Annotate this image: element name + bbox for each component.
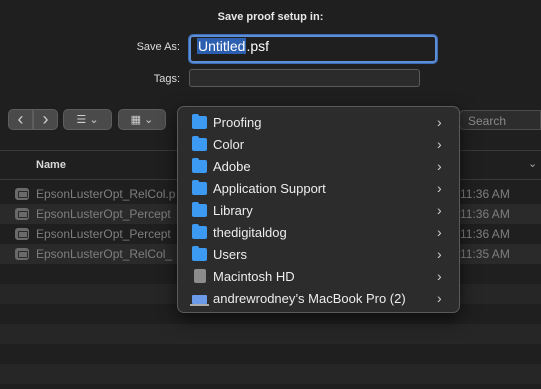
- file-modified-time: 11:36 AM: [460, 227, 510, 241]
- list-view-icon: ☰ ⌄: [76, 114, 99, 126]
- menu-item-adobe[interactable]: Adobe ›: [178, 156, 459, 178]
- location-popup-menu: Proofing › Color › Adobe › Application S…: [177, 106, 460, 313]
- file-modified-time: 11:35 AM: [460, 247, 510, 261]
- chevron-right-icon: ›: [437, 290, 442, 306]
- folder-icon: [192, 180, 207, 195]
- file-icon: [15, 188, 29, 200]
- menu-item-thedigitaldog[interactable]: thedigitaldog ›: [178, 222, 459, 244]
- folder-icon: [192, 246, 207, 261]
- menu-item-application-support[interactable]: Application Support ›: [178, 178, 459, 200]
- menu-item-library[interactable]: Library ›: [178, 200, 459, 222]
- file-name: EpsonLusterOpt_Percept: [36, 227, 171, 241]
- tags-input[interactable]: [189, 69, 420, 87]
- folder-icon: [192, 136, 207, 151]
- menu-item-macintosh-hd[interactable]: Macintosh HD ›: [178, 266, 459, 288]
- file-icon: [15, 208, 29, 220]
- empty-row-stripe: [0, 364, 541, 384]
- back-button[interactable]: ‹: [8, 109, 33, 130]
- chevron-right-icon: ›: [437, 246, 442, 262]
- folder-icon: [192, 202, 207, 217]
- chevron-right-icon: ›: [437, 268, 442, 284]
- menu-item-users[interactable]: Users ›: [178, 244, 459, 266]
- menu-item-proofing[interactable]: Proofing ›: [178, 112, 459, 134]
- list-view-button[interactable]: ☰ ⌄: [63, 109, 112, 130]
- folder-icon: [192, 158, 207, 173]
- file-modified-time: 11:36 AM: [460, 207, 510, 221]
- dialog-title: Save proof setup in:: [217, 11, 324, 23]
- file-name: EpsonLusterOpt_RelCol.p: [36, 187, 176, 201]
- menu-item-color[interactable]: Color ›: [178, 134, 459, 156]
- file-name: EpsonLusterOpt_Percept: [36, 207, 171, 221]
- chevron-right-icon: ›: [42, 109, 49, 129]
- laptop-icon: [190, 295, 209, 306]
- grid-view-button[interactable]: ▦ ⌄: [118, 109, 166, 130]
- filename-extension: .psf: [246, 38, 270, 54]
- file-modified-time: 11:36 AM: [460, 187, 510, 201]
- grid-view-icon: ▦ ⌄: [130, 114, 154, 126]
- home-folder-icon: [192, 224, 207, 239]
- search-input[interactable]: Search: [459, 110, 541, 130]
- save-as-label: Save As:: [136, 41, 180, 53]
- empty-row-stripe: [0, 324, 541, 344]
- chevron-right-icon: ›: [437, 158, 442, 174]
- chevron-right-icon: ›: [437, 202, 442, 218]
- file-name: EpsonLusterOpt_RelCol_: [36, 247, 173, 261]
- menu-item-label: Library: [213, 203, 253, 218]
- menu-item-label: andrewrodney’s MacBook Pro (2): [213, 291, 406, 306]
- menu-item-label: Proofing: [213, 115, 262, 130]
- hard-drive-icon: [194, 269, 206, 283]
- name-column-header[interactable]: Name: [36, 159, 66, 171]
- menu-item-label: Application Support: [213, 181, 326, 196]
- chevron-right-icon: ›: [437, 114, 442, 130]
- chevron-right-icon: ›: [437, 224, 442, 240]
- menu-item-label: thedigitaldog: [213, 225, 287, 240]
- file-icon: [15, 228, 29, 240]
- chevron-left-icon: ‹: [17, 109, 24, 129]
- save-as-input[interactable]: Untitled.psf: [189, 35, 437, 63]
- menu-item-label: Macintosh HD: [213, 269, 295, 284]
- menu-item-label: Adobe: [213, 159, 251, 174]
- menu-item-label: Users: [213, 247, 247, 262]
- filename-selected: Untitled: [197, 38, 247, 54]
- sort-chevron-icon[interactable]: ⌄: [528, 157, 537, 170]
- file-icon: [15, 248, 29, 260]
- folder-icon: [192, 114, 207, 129]
- tags-label: Tags:: [153, 73, 180, 85]
- chevron-right-icon: ›: [437, 136, 442, 152]
- menu-item-label: Color: [213, 137, 245, 152]
- menu-item-macbook-pro[interactable]: andrewrodney’s MacBook Pro (2) ›: [178, 288, 459, 310]
- forward-button[interactable]: ›: [33, 109, 58, 130]
- chevron-right-icon: ›: [437, 180, 442, 196]
